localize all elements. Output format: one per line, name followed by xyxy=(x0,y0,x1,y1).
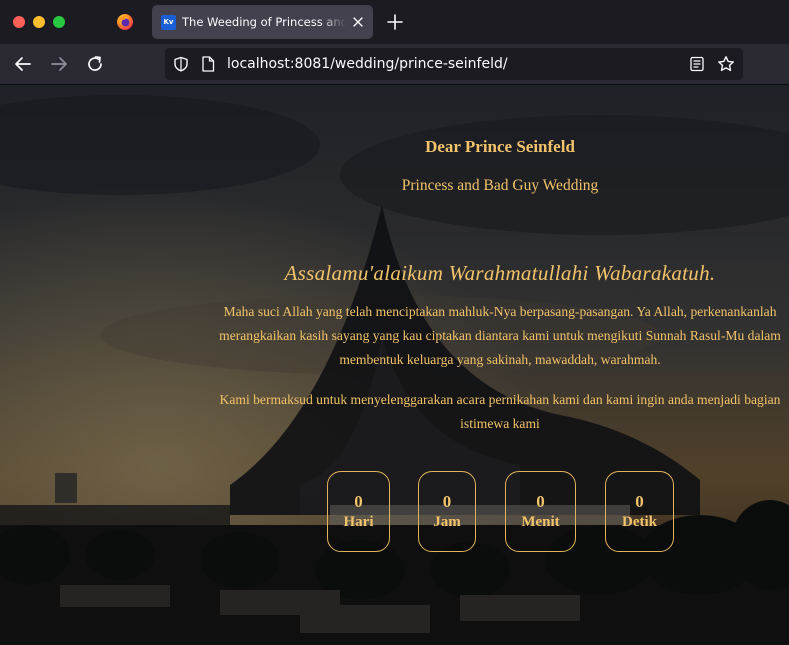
tab-title: The Weeding of Princess and Bad Guy Wedd… xyxy=(182,15,346,29)
invitation-paragraph: Kami bermaksud untuk menyelenggarakan ac… xyxy=(140,388,789,436)
shield-icon[interactable] xyxy=(173,56,189,72)
close-icon[interactable] xyxy=(350,14,366,30)
browser-nav-bar: localhost:8081/wedding/prince-seinfeld/ xyxy=(0,44,789,85)
opening-paragraph-line: membentuk keluarga yang sakinah, mawadda… xyxy=(339,352,661,367)
countdown-days-value: 0 xyxy=(354,492,363,511)
forward-arrow-icon[interactable] xyxy=(49,54,69,74)
active-tab[interactable]: Kv The Weeding of Princess and Bad Guy W… xyxy=(152,5,373,39)
opening-paragraph: Maha suci Allah yang telah menciptakan m… xyxy=(140,300,789,372)
plus-icon[interactable] xyxy=(386,13,404,31)
browser-tab-bar: Kv The Weeding of Princess and Bad Guy W… xyxy=(0,0,789,44)
salam-heading: Assalamu'alaikum Warahmatullahi Wabaraka… xyxy=(284,261,716,285)
page-viewport: Dear Prince Seinfeld Princess and Bad Gu… xyxy=(0,85,789,645)
countdown-seconds: 0 Detik xyxy=(605,471,674,552)
window-close-button[interactable] xyxy=(13,16,25,28)
window-minimize-button[interactable] xyxy=(33,16,45,28)
countdown-minutes: 0 Menit xyxy=(505,471,576,552)
countdown-hours: 0 Jam xyxy=(418,471,476,552)
guest-greeting: Dear Prince Seinfeld xyxy=(425,137,575,156)
opening-paragraph-line: Maha suci Allah yang telah menciptakan m… xyxy=(223,304,777,319)
invitation-paragraph-line: istimewa kami xyxy=(460,416,540,431)
countdown-seconds-value: 0 xyxy=(635,492,644,511)
site-favicon-icon: Kv xyxy=(161,15,176,30)
countdown-days-label: Hari xyxy=(343,514,374,530)
invitation-paragraph-line: Kami bermaksud untuk menyelenggarakan ac… xyxy=(219,392,781,407)
opening-paragraph-line: merangkaikan kasih sayang yang kau cipta… xyxy=(219,328,781,343)
bookmark-star-icon[interactable] xyxy=(717,55,735,73)
countdown-hours-value: 0 xyxy=(442,492,452,511)
page-icon[interactable] xyxy=(201,56,215,72)
wedding-subtitle: Princess and Bad Guy Wedding xyxy=(401,177,599,194)
window-zoom-button[interactable] xyxy=(53,16,65,28)
url-text[interactable]: localhost:8081/wedding/prince-seinfeld/ xyxy=(227,48,508,80)
address-bar[interactable]: localhost:8081/wedding/prince-seinfeld/ xyxy=(165,48,743,80)
reload-icon[interactable] xyxy=(85,54,105,74)
invitation-content: Dear Prince Seinfeld Princess and Bad Gu… xyxy=(0,85,789,645)
reader-view-icon[interactable] xyxy=(689,56,705,72)
back-arrow-icon[interactable] xyxy=(13,54,33,74)
countdown-days: 0 Hari xyxy=(327,471,390,552)
countdown-hours-label: Jam xyxy=(433,514,461,530)
countdown-seconds-label: Detik xyxy=(622,514,657,530)
firefox-icon[interactable] xyxy=(116,13,134,31)
countdown-minutes-value: 0 xyxy=(536,492,545,511)
countdown-minutes-label: Menit xyxy=(521,514,560,530)
